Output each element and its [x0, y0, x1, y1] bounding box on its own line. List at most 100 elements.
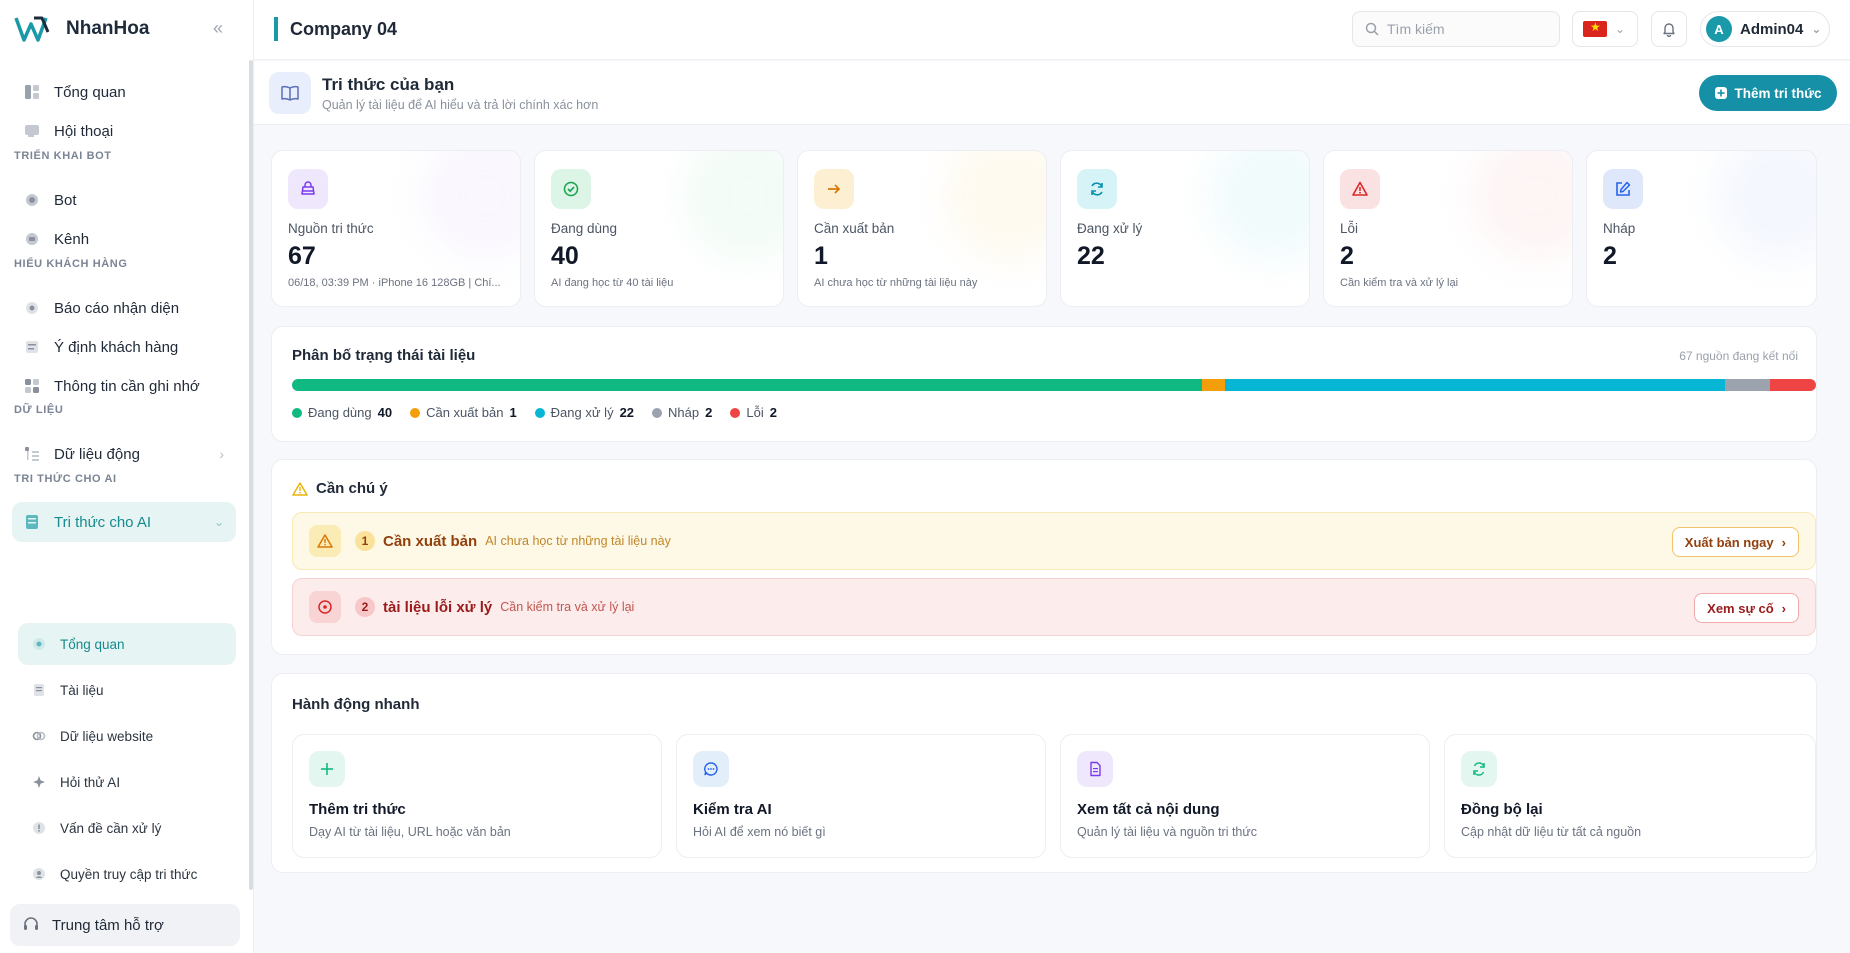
quick-action-resync[interactable]: Đồng bộ lại Cập nhật dữ liệu từ tất cả n… — [1444, 734, 1816, 858]
plus-icon — [309, 751, 345, 787]
sidebar-item-memory[interactable]: Thông tin cần ghi nhớ — [12, 366, 236, 406]
stat-card-active[interactable]: Đang dùng 40 AI đang học từ 40 tài liệu — [534, 150, 784, 307]
sidebar-item-label: Tri thức cho AI — [54, 513, 152, 531]
target-icon — [33, 638, 45, 650]
sub-item-overview[interactable]: Tổng quan — [18, 623, 236, 665]
stat-card-errors[interactable]: Lỗi 2 Cần kiểm tra và xử lý lại — [1323, 150, 1573, 307]
page-header: Tri thức của bạn Quản lý tài liệu để AI … — [254, 61, 1850, 125]
stat-card-processing[interactable]: Đang xử lý 22 — [1060, 150, 1310, 307]
language-select[interactable]: ⌄ — [1572, 11, 1638, 47]
check-circle-icon — [551, 169, 591, 209]
sidebar-item-bot[interactable]: Bot — [12, 180, 236, 220]
sidebar-scrollbar[interactable] — [249, 60, 253, 890]
brand-logo[interactable]: NhanHoa — [14, 14, 149, 44]
sidebar-item-ai-knowledge[interactable]: Tri thức cho AI ⌄ — [12, 502, 236, 542]
sidebar-item-label: Tổng quan — [54, 83, 126, 101]
sub-item-label: Hỏi thử AI — [60, 774, 121, 790]
add-knowledge-label: Thêm tri thức — [1734, 85, 1822, 101]
stat-description: AI chưa học từ những tài liệu này — [814, 277, 978, 289]
sidebar-item-dynamic-data[interactable]: Dữ liệu động › — [12, 434, 236, 474]
legend-value: 40 — [377, 405, 393, 420]
legend-dot — [410, 407, 421, 418]
legend-item: Đang dùng 40 — [292, 405, 392, 420]
warning-icon — [309, 525, 341, 557]
view-issues-label: Xem sự cố — [1707, 600, 1774, 616]
quick-action-title: Đồng bộ lại — [1461, 801, 1543, 818]
chevron-down-icon: ⌄ — [213, 515, 224, 529]
stat-label: Cần xuất bản — [814, 221, 895, 236]
quick-action-view-all[interactable]: Xem tất cả nội dung Quản lý tài liệu và … — [1060, 734, 1430, 858]
card-glow — [1472, 151, 1572, 261]
sub-item-label: Tổng quan — [60, 636, 125, 652]
view-issues-button[interactable]: Xem sự cố › — [1694, 593, 1799, 623]
stat-description: AI đang học từ 40 tài liệu — [551, 277, 674, 289]
page-subtitle: Quản lý tài liệu để AI hiểu và trả lời c… — [322, 98, 599, 112]
page-title: Tri thức của bạn — [322, 75, 455, 94]
brand-name: NhanHoa — [66, 18, 150, 39]
search-input[interactable]: Tìm kiếm — [1352, 11, 1560, 47]
legend-item: Đang xử lý 22 — [534, 405, 635, 420]
attention-panel: Cần chú ý 1 Cần xuất bản AI chưa học từ … — [271, 459, 1817, 655]
distribution-segment — [1201, 379, 1225, 391]
section-title: HIỂU KHÁCH HÀNG — [14, 258, 128, 270]
quick-action-test-ai[interactable]: Kiểm tra AI Hỏi AI để xem nó biết gì — [676, 734, 1046, 858]
distribution-segment — [292, 379, 1202, 391]
legend-value: 2 — [705, 405, 713, 420]
alert-title: tài liệu lỗi xử lý — [383, 598, 493, 616]
sidebar-item-label: Hội thoại — [54, 122, 114, 140]
sub-item-ask-ai[interactable]: Hỏi thử AI — [18, 761, 236, 803]
distribution-panel: Phân bố trạng thái tài liệu 67 nguồn đan… — [271, 326, 1817, 442]
support-center-button[interactable]: Trung tâm hỗ trợ — [10, 904, 240, 946]
chevron-right-icon: › — [219, 446, 224, 462]
quick-action-title: Thêm tri thức — [309, 801, 406, 818]
notifications-button[interactable] — [1651, 11, 1687, 47]
collapse-sidebar-icon[interactable]: « — [213, 18, 223, 39]
legend-dot — [534, 407, 545, 418]
legend-label: Cần xuất bản — [426, 405, 504, 420]
sidebar-item-label: Dữ liệu động — [54, 445, 140, 463]
quick-action-add-knowledge[interactable]: Thêm tri thức Dạy AI từ tài liệu, URL ho… — [292, 734, 662, 858]
brand-logo-icon — [14, 16, 50, 42]
quick-actions-title: Hành động nhanh — [292, 696, 420, 713]
legend-label: Đang xử lý — [550, 405, 614, 420]
eye-icon — [26, 302, 38, 314]
stat-value: 1 — [814, 242, 828, 270]
section-title: TRIỂN KHAI BOT — [14, 150, 112, 162]
section-title: DỮ LIỆU — [14, 404, 64, 416]
sidebar-item-customer-intent[interactable]: Ý định khách hàng — [12, 327, 236, 367]
alert-publish: 1 Cần xuất bản AI chưa học từ những tài … — [292, 512, 1816, 570]
sidebar-item-conversations[interactable]: Hội thoại — [12, 111, 236, 151]
alert-count-badge: 2 — [355, 597, 375, 617]
stat-description: 06/18, 03:39 PM · iPhone 16 128GB | Chí.… — [288, 277, 501, 289]
sidebar-item-recognition-report[interactable]: Báo cáo nhận diện — [12, 288, 236, 328]
user-menu[interactable]: A Admin04 ⌄ — [1700, 11, 1830, 47]
sidebar-item-channel[interactable]: Kênh — [12, 219, 236, 259]
sub-item-documents[interactable]: Tài liệu — [18, 669, 236, 711]
sub-item-access[interactable]: Quyền truy cập tri thức — [18, 853, 236, 895]
alert-title: Cần xuất bản — [383, 532, 478, 550]
publish-now-button[interactable]: Xuất bản ngay › — [1671, 527, 1799, 557]
alert-count-badge: 1 — [355, 531, 375, 551]
legend-label: Lỗi — [746, 405, 764, 420]
quick-action-description: Dạy AI từ tài liệu, URL hoặc văn bản — [309, 825, 511, 839]
legend-value: 2 — [769, 405, 777, 420]
stat-card-sources[interactable]: Nguồn tri thức 67 06/18, 03:39 PM · iPhone… — [271, 150, 521, 307]
arrow-right-icon — [814, 169, 854, 209]
attention-title: Cần chú ý — [316, 480, 388, 497]
bot-icon — [26, 194, 38, 206]
stat-card-pending-publish[interactable]: Cần xuất bản 1 AI chưa học từ những tài li… — [797, 150, 1047, 307]
sidebar-item-label: Báo cáo nhận diện — [54, 299, 180, 317]
stat-value: 67 — [288, 242, 316, 270]
distribution-legend: Đang dùng 40 Cần xuất bản 1 Đang xử lý 22 Nháp… — [292, 405, 777, 420]
card-glow — [1209, 151, 1309, 261]
add-knowledge-button[interactable]: Thêm tri thức — [1699, 75, 1837, 111]
distribution-summary: 67 nguồn đang kết nối — [1679, 349, 1798, 363]
sub-item-website-data[interactable]: Dữ liệu website — [18, 715, 236, 757]
sidebar-item-overview[interactable]: Tổng quan — [12, 72, 236, 112]
alert-circle-icon — [33, 822, 45, 834]
plus-square-icon — [1715, 87, 1728, 99]
legend-value: 22 — [619, 405, 635, 420]
sub-item-issues[interactable]: Vấn đề cần xử lý — [18, 807, 236, 849]
stat-card-drafts[interactable]: Nháp 2 — [1586, 150, 1817, 307]
sidebar-item-label: Thông tin cần ghi nhớ — [54, 377, 200, 395]
